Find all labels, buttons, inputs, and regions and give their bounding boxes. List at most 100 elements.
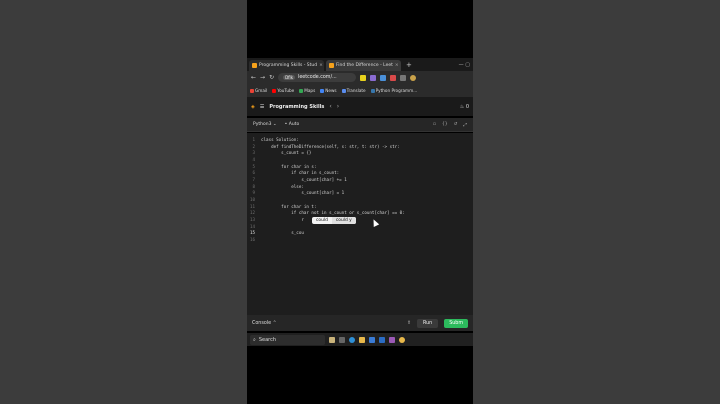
bookmark-maps[interactable]: Maps: [299, 88, 315, 93]
streak-count: 0: [465, 103, 469, 110]
line-number: 8: [252, 183, 255, 189]
code-editor[interactable]: 1 class Solution: 2 def findTheDifference(…: [247, 133, 473, 315]
extension-icon[interactable]: [360, 74, 367, 81]
edge-icon[interactable]: [349, 336, 355, 343]
line-number: 1: [252, 136, 255, 142]
file-explorer-icon[interactable]: [359, 336, 365, 343]
bookmark-label: Translate: [346, 88, 366, 93]
url-text: leetcode.com/...: [298, 75, 337, 80]
console-label: Console: [252, 320, 272, 326]
extension-icon[interactable]: [380, 74, 387, 81]
expand-icon[interactable]: ⤢: [463, 122, 467, 128]
console-toggle[interactable]: Console ⌃: [252, 321, 277, 326]
code-line[interactable]: 13 r: [247, 216, 473, 223]
new-tab-button[interactable]: +: [403, 60, 415, 71]
bookmark-label: Python Programm...: [375, 88, 418, 93]
task-view-icon[interactable]: [339, 336, 345, 343]
reset-icon[interactable]: ↺: [454, 122, 458, 128]
code-text: for char in t:: [261, 203, 317, 209]
widgets-icon[interactable]: [329, 336, 335, 343]
bookmark-label: Maps: [304, 88, 316, 93]
window-controls[interactable]: — ▢: [456, 60, 473, 71]
tab-find-the-difference[interactable]: Find the Difference - Leet ×: [326, 60, 401, 71]
bookmark-label: YouTube: [277, 88, 295, 93]
study-plan-title[interactable]: Programming Skills: [269, 104, 324, 110]
language-select[interactable]: Python3 ⌄: [253, 122, 277, 127]
profile-icon[interactable]: [410, 74, 417, 81]
taskbar-search[interactable]: ⌕ Search: [250, 334, 325, 345]
line-number: 2: [252, 143, 255, 149]
suggestion[interactable]: could: [312, 217, 332, 224]
submit-button[interactable]: Subm: [444, 318, 468, 328]
close-icon[interactable]: ×: [319, 63, 323, 68]
code-line[interactable]: 9 s_count[char] = 1: [247, 190, 473, 197]
code-text: s_count = {}: [261, 150, 312, 156]
line-number: 3: [252, 150, 255, 156]
code-line[interactable]: 15 s_cou: [247, 230, 473, 237]
line-number: 9: [252, 190, 255, 196]
tab-programming-skills[interactable]: Programming Skills - Stud ×: [249, 60, 324, 71]
python-icon: [370, 89, 375, 93]
extension-icon[interactable]: [370, 74, 377, 81]
code-line[interactable]: 5 for char in s:: [247, 163, 473, 170]
site-info-badge[interactable]: Dflk: [283, 75, 296, 80]
autocomplete-toggle[interactable]: • Auto: [285, 122, 300, 127]
line-number: 14: [249, 223, 255, 229]
gmail-icon: [250, 89, 254, 93]
puzzle-icon[interactable]: [400, 74, 407, 81]
code-line[interactable]: 3 s_count = {}: [247, 149, 473, 156]
forward-icon[interactable]: →: [260, 74, 265, 81]
bookmark-translate[interactable]: Translate: [341, 88, 366, 93]
back-icon[interactable]: ←: [251, 74, 256, 81]
leetcode-logo-icon[interactable]: ◈: [251, 104, 255, 110]
bookmark-youtube[interactable]: YouTube: [272, 88, 294, 93]
code-line[interactable]: 10: [247, 196, 473, 203]
code-line[interactable]: 8 else:: [247, 183, 473, 190]
code-line[interactable]: 2 def findTheDifference(self, s: str, t:…: [247, 143, 473, 150]
language-label: Python3: [253, 122, 272, 127]
bookmark-icon[interactable]: ▫: [433, 122, 436, 128]
code-line[interactable]: 6 if char in s_count:: [247, 169, 473, 176]
code-line[interactable]: 14: [247, 223, 473, 230]
code-line[interactable]: 7 s_count[char] += 1: [247, 176, 473, 183]
left-letterbox: [0, 0, 247, 404]
search-label: Search: [258, 336, 276, 343]
url-field[interactable]: Dflk leetcode.com/...: [278, 73, 357, 82]
bookmark-label: News: [325, 88, 337, 93]
fire-icon: ♨: [459, 103, 465, 110]
line-number: 15: [249, 230, 255, 236]
streak-counter[interactable]: ♨ 0: [460, 104, 469, 110]
prev-problem-icon[interactable]: ‹: [329, 103, 331, 110]
suggestion[interactable]: could y: [331, 217, 356, 224]
address-bar-row: ← → ↻ Dflk leetcode.com/...: [247, 71, 473, 84]
code-line[interactable]: 12 if char not in s_count or s_count[cha…: [247, 210, 473, 217]
code-line[interactable]: 1 class Solution:: [247, 136, 473, 143]
code-line[interactable]: 4: [247, 156, 473, 163]
reload-icon[interactable]: ↻: [269, 74, 274, 81]
chrome-icon[interactable]: [399, 336, 405, 343]
next-problem-icon[interactable]: ›: [337, 103, 339, 110]
app-icon[interactable]: [389, 336, 395, 343]
bookmark-python[interactable]: Python Programm...: [370, 88, 418, 93]
line-number: 12: [249, 210, 255, 216]
app-icon[interactable]: [379, 336, 385, 343]
code-line[interactable]: 11 for char in t:: [247, 203, 473, 210]
bookmark-gmail[interactable]: Gmail: [250, 88, 267, 93]
problem-list-icon[interactable]: ☰: [260, 104, 264, 110]
upload-icon[interactable]: ⇪: [407, 321, 411, 326]
bookmarks-bar: Gmail YouTube Maps News Translate Python…: [247, 84, 473, 97]
screen-recording: Programming Skills - Stud × Find the Dif…: [247, 0, 473, 404]
tab-label: Find the Difference - Leet: [336, 63, 393, 68]
run-button[interactable]: Run: [416, 318, 439, 328]
code-text: def findTheDifference(self, s: str, t: s…: [261, 143, 400, 149]
extension-icon[interactable]: [390, 74, 397, 81]
bookmark-news[interactable]: News: [320, 88, 337, 93]
leetcode-favicon-icon: [252, 63, 257, 68]
format-icon[interactable]: {}: [442, 122, 448, 128]
close-icon[interactable]: ×: [395, 63, 399, 68]
store-icon[interactable]: [369, 336, 375, 343]
lock-icon: •: [284, 122, 288, 127]
news-icon: [320, 89, 325, 93]
code-text: s_count[char] = 1: [261, 190, 345, 196]
code-line[interactable]: 16: [247, 236, 473, 243]
